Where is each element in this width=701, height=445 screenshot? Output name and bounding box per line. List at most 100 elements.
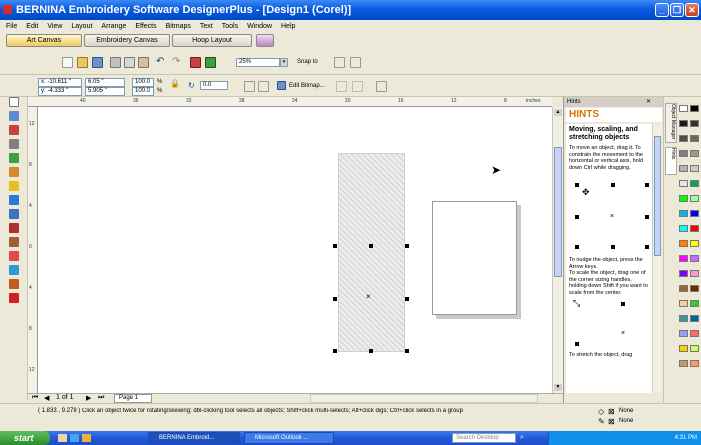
menu-arrange[interactable]: Arrange [101,23,126,30]
menu-help[interactable]: Help [281,23,295,30]
quick-launch-icon[interactable] [82,434,91,442]
sizing-handle[interactable] [405,244,409,248]
shape-tool-icon[interactable] [9,111,19,121]
color-swatch[interactable] [679,330,688,337]
color-swatch[interactable] [679,165,688,172]
trace-bitmap-icon[interactable] [352,81,363,92]
crop-tool-icon[interactable] [9,125,19,135]
task-bernina[interactable]: BERNINA Embroid... [148,432,240,444]
smart-fill-tool-icon[interactable] [9,167,19,177]
mirror-horizontal-icon[interactable] [244,81,255,92]
show-desktop-icon[interactable] [58,434,67,442]
scale-x-field[interactable]: 100.0 [132,78,154,87]
color-swatch[interactable] [690,315,699,322]
start-button[interactable]: start [0,431,50,445]
color-swatch[interactable] [679,255,688,262]
open-icon[interactable] [77,57,88,68]
sizing-handle[interactable] [405,349,409,353]
search-icon[interactable]: ⌕ [520,433,530,443]
color-swatch[interactable] [679,315,688,322]
color-swatch[interactable] [679,195,688,202]
tab-object-manager[interactable]: Object Manager [665,103,677,143]
color-swatch[interactable] [690,360,699,367]
color-swatch[interactable] [679,135,688,142]
clock[interactable]: 4:31 PM [675,435,697,441]
color-swatch[interactable] [690,225,699,232]
save-icon[interactable] [92,57,103,68]
horizontal-scrollbar[interactable] [310,394,538,403]
wizard-icon[interactable] [256,34,274,47]
color-swatch[interactable] [690,285,699,292]
vertical-scrollbar[interactable]: ▲ ▼ [552,107,563,393]
menu-bitmaps[interactable]: Bitmaps [166,23,191,30]
hints-scrollbar[interactable] [652,124,662,393]
cut-icon[interactable] [110,57,121,68]
color-swatch[interactable] [679,120,688,127]
paste-icon[interactable] [138,57,149,68]
scroll-up-icon[interactable]: ▲ [554,109,562,116]
tab-embroidery-canvas[interactable]: Embroidery Canvas [84,34,170,47]
menu-edit[interactable]: Edit [26,23,38,30]
color-swatch[interactable] [679,225,688,232]
ellipse-tool-icon[interactable] [9,195,19,205]
export-icon[interactable] [205,57,216,68]
embroidery-bitmap-object[interactable] [338,153,405,352]
edit-bitmap-button[interactable]: Edit Bitmap... [289,83,325,89]
color-swatch[interactable] [690,165,699,172]
mirror-vertical-icon[interactable] [258,81,269,92]
chevron-down-icon[interactable]: ▾ [280,58,288,67]
sizing-handle[interactable] [333,349,337,353]
color-swatch[interactable] [679,345,688,352]
sizing-handle[interactable] [333,244,337,248]
color-swatch[interactable] [690,210,699,217]
scroll-thumb[interactable] [654,136,661,256]
sizing-handle[interactable] [333,297,337,301]
task-outlook[interactable]: Microsoft Outlook ... [244,432,334,444]
color-swatch[interactable] [679,270,688,277]
color-swatch[interactable] [679,360,688,367]
color-swatch[interactable] [679,240,688,247]
minimize-button[interactable]: _ [655,3,669,17]
previous-page-icon[interactable]: ◀ [44,394,49,402]
sizing-handle[interactable] [405,297,409,301]
scroll-thumb[interactable] [554,147,562,277]
tab-hoop-layout[interactable]: Hoop Layout [172,34,252,47]
close-icon[interactable]: ✕ [646,97,651,107]
sizing-handle[interactable] [369,244,373,248]
desktop-search-input[interactable]: Search Desktop [452,433,516,443]
color-swatch[interactable] [690,195,699,202]
color-swatch[interactable] [690,345,699,352]
application-launcher-icon[interactable] [350,57,361,68]
fill-tool-icon[interactable] [9,293,19,303]
color-swatch[interactable] [690,270,699,277]
page-tab[interactable]: Page 1 [114,394,152,403]
resample-icon[interactable] [376,81,387,92]
zoom-tool-icon[interactable] [9,139,19,149]
outline-tool-icon[interactable] [9,279,19,289]
menu-text[interactable]: Text [200,23,213,30]
rotation-field[interactable]: 0.0 [200,81,228,90]
eyedropper-tool-icon[interactable] [9,265,19,275]
rectangle-tool-icon[interactable] [9,181,19,191]
close-button[interactable]: ✕ [685,3,699,17]
color-swatch[interactable] [690,240,699,247]
options-icon[interactable] [334,57,345,68]
freehand-tool-icon[interactable] [9,153,19,163]
tab-hints[interactable]: Hints [665,147,677,175]
app-icon[interactable] [3,5,12,14]
color-swatch[interactable] [690,135,699,142]
color-swatch[interactable] [679,105,688,112]
color-swatch[interactable] [690,180,699,187]
last-page-icon[interactable]: ⏭ [98,394,104,402]
menu-layout[interactable]: Layout [71,23,92,30]
internet-explorer-icon[interactable] [70,434,79,442]
scroll-down-icon[interactable]: ▼ [554,384,562,391]
y-position-field[interactable]: y: -4.333 " [38,87,82,96]
color-swatch[interactable] [690,105,699,112]
x-position-field[interactable]: x: -10.611 " [38,78,82,87]
color-swatch[interactable] [690,300,699,307]
redo-icon[interactable]: ↷ [172,57,183,68]
text-tool-icon[interactable] [9,237,19,247]
copy-icon[interactable] [124,57,135,68]
sizing-handle[interactable] [369,349,373,353]
